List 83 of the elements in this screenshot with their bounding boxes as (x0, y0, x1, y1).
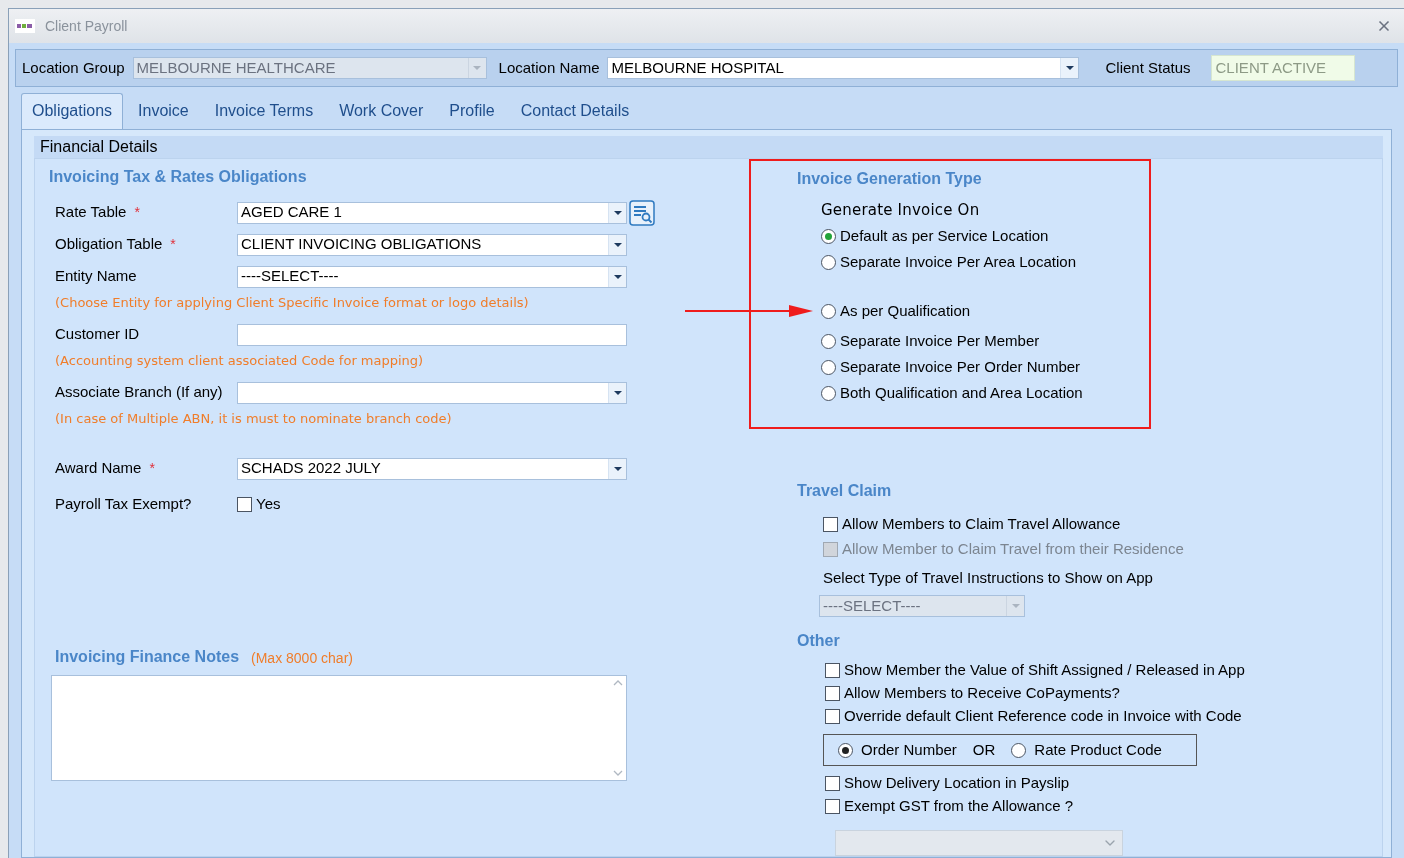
field-label: Obligation Table (55, 234, 163, 255)
hint-text: (In case of Multiple ABN, it is must to nominate branch code) (55, 409, 453, 428)
checkbox-label: Allow Member to Claim Travel from their Residence (842, 538, 1184, 559)
radio-button[interactable] (821, 359, 836, 375)
field-label: Location Name (498, 57, 600, 78)
tab[interactable]: Invoice Terms (204, 92, 324, 129)
field-label: Customer ID (55, 324, 140, 345)
radio-label: Rate Product Code (1034, 739, 1162, 760)
group-label: Generate Invoice On (821, 199, 981, 221)
radio-label: Order Number (861, 739, 957, 760)
dropdown-caret-icon (613, 466, 622, 471)
separator-text: OR (972, 739, 996, 760)
radio-button[interactable] (1011, 742, 1027, 758)
hint-text: (Max 8000 char) (251, 648, 353, 668)
status-field: CLIENT ACTIVE (1210, 54, 1355, 81)
logo-icon (15, 19, 35, 33)
dropdown-caret-icon (473, 65, 482, 70)
dropdown-caret-icon (613, 274, 622, 279)
radio-button[interactable] (821, 254, 836, 270)
section-title: Other (797, 631, 841, 651)
required-mark: * (170, 235, 176, 254)
radio-button[interactable] (821, 303, 836, 319)
checkbox-label: Show Member the Value of Shift Assigned / Released in App (844, 660, 1245, 681)
field-label: Location Group (22, 57, 125, 78)
checkbox-label: Override default Client Reference code in Invoice with Code (844, 706, 1242, 727)
section-title: Invoicing Finance Notes (55, 646, 240, 667)
field-label: Award Name (55, 458, 142, 479)
checkbox[interactable] (825, 776, 840, 791)
radio-label: Separate Invoice Per Order Number (840, 356, 1081, 377)
dropdown-field[interactable] (237, 381, 627, 404)
tab[interactable]: Contact Details (510, 92, 640, 129)
field-label: Payroll Tax Exempt? (55, 494, 193, 515)
radio-label: Separate Invoice Per Area Location (840, 251, 1076, 272)
input-field[interactable] (237, 323, 627, 346)
dropdown-caret-icon (1066, 65, 1074, 70)
checkbox-label: Yes (256, 494, 281, 515)
field-label: Associate Branch (If any) (55, 382, 223, 403)
radio-label: Both Qualification and Area Location (840, 382, 1083, 403)
dropdown-field[interactable]: SCHADS 2022 JULY (237, 457, 627, 480)
required-mark: * (134, 203, 140, 222)
window-title: Client Payroll (45, 16, 128, 36)
field-label: Rate Table (55, 202, 127, 223)
checkbox[interactable] (825, 663, 840, 678)
section-title: Invoicing Tax & Rates Obligations (49, 166, 308, 187)
section-title: Travel Claim (797, 480, 893, 501)
radio-label: Separate Invoice Per Member (840, 330, 1040, 351)
section-title: Invoice Generation Type (797, 168, 983, 189)
field-label: Client Status (1105, 57, 1191, 78)
dropdown-caret-icon (613, 242, 622, 247)
checkbox[interactable] (825, 709, 840, 724)
dropdown-caret-icon (613, 390, 622, 395)
radio-button[interactable] (821, 333, 836, 349)
dropdown-field[interactable]: CLIENT INVOICING OBLIGATIONS (237, 233, 627, 256)
tab[interactable]: Profile (439, 92, 505, 129)
checkbox-label: Allow Members to Claim Travel Allowance (842, 513, 1121, 534)
section-header: Financial Details (34, 135, 1383, 158)
radio-button[interactable] (821, 228, 836, 244)
checkbox[interactable] (823, 516, 838, 532)
dropdown-field[interactable]: MELBOURNE HOSPITAL (607, 56, 1080, 79)
field-label: Select Type of Travel Instructions to Show on App (823, 567, 1154, 588)
checkbox[interactable] (825, 686, 840, 701)
checkbox[interactable] (237, 497, 252, 512)
radio-button[interactable] (821, 385, 836, 401)
hint-text: (Choose Entity for applying Client Specific Invoice format or logo details) (55, 293, 530, 312)
checkbox-label: Exempt GST from the Allowance ? (844, 796, 1073, 817)
field-label: Entity Name (55, 266, 137, 287)
radio-label: As per Qualification (840, 300, 971, 321)
checkbox-label: Allow Members to Receive CoPayments? (844, 683, 1120, 704)
close-icon[interactable] (1376, 18, 1392, 34)
dropdown-caret-icon (1011, 604, 1020, 608)
checkbox[interactable] (825, 799, 840, 814)
dropdown-caret-icon (613, 210, 622, 215)
dropdown-field[interactable]: ----SELECT---- (237, 265, 627, 288)
dropdown-field[interactable]: AGED CARE 1 (237, 201, 627, 224)
tab[interactable]: Obligations (21, 92, 124, 129)
checkbox-label: Show Delivery Location in Payslip (844, 773, 1070, 794)
hint-text: (Accounting system client associated Code for mapping) (55, 351, 425, 370)
radio-button[interactable] (838, 742, 853, 758)
required-mark: * (149, 459, 155, 478)
tab[interactable]: Work Cover (329, 92, 434, 129)
lookup-icon[interactable] (629, 199, 655, 226)
tab[interactable]: Invoice (128, 92, 199, 129)
radio-label: Default as per Service Location (840, 225, 1049, 246)
